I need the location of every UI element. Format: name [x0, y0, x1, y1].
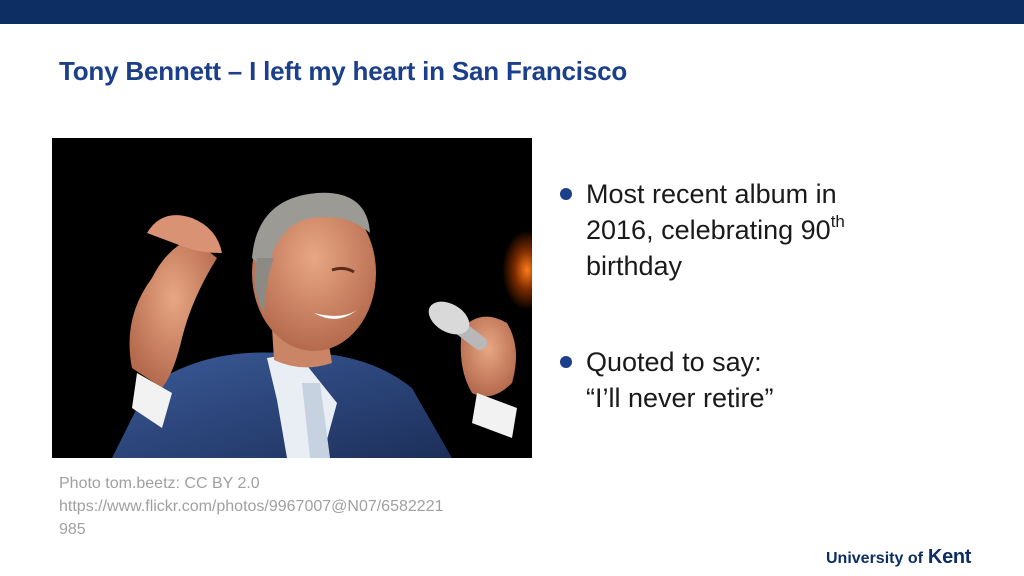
- photo-credit: Photo tom.beetz: CC BY 2.0 https://www.f…: [59, 472, 529, 541]
- credit-line: Photo tom.beetz: CC BY 2.0: [59, 475, 260, 492]
- bullet-item-album: Most recent album in 2016, celebrating 9…: [560, 176, 1000, 284]
- bullet-item-quote: Quoted to say: “I’ll never retire”: [560, 344, 1000, 416]
- bullet-dot-icon: [560, 356, 572, 368]
- logo-prefix: University of: [826, 550, 923, 567]
- credit-link-continued[interactable]: 985: [59, 518, 529, 541]
- bullet-list: Most recent album in 2016, celebrating 9…: [560, 176, 1000, 416]
- bullet-line: Quoted to say:: [586, 347, 762, 377]
- bullet-line: 2016, celebrating 90th: [586, 212, 1000, 248]
- credit-link[interactable]: https://www.flickr.com/photos/9967007@N0…: [59, 495, 529, 518]
- bullet-line-text: 2016, celebrating 90: [586, 215, 831, 245]
- logo-name: Kent: [927, 546, 972, 568]
- slide-title: Tony Bennett – I left my heart in San Fr…: [59, 56, 628, 86]
- slide: Tony Bennett – I left my heart in San Fr…: [0, 0, 1024, 576]
- top-bar: [0, 0, 1024, 24]
- photo-illustration: [52, 138, 532, 458]
- university-of-kent-logo: University of Kent: [826, 546, 971, 569]
- tony-bennett-photo: [52, 138, 532, 458]
- bullet-dot-icon: [560, 188, 572, 200]
- bullet-line: “I’ll never retire”: [586, 383, 774, 413]
- bullet-line: birthday: [586, 251, 683, 281]
- bullet-line: Most recent album in: [586, 179, 837, 209]
- ordinal-suffix: th: [830, 212, 845, 231]
